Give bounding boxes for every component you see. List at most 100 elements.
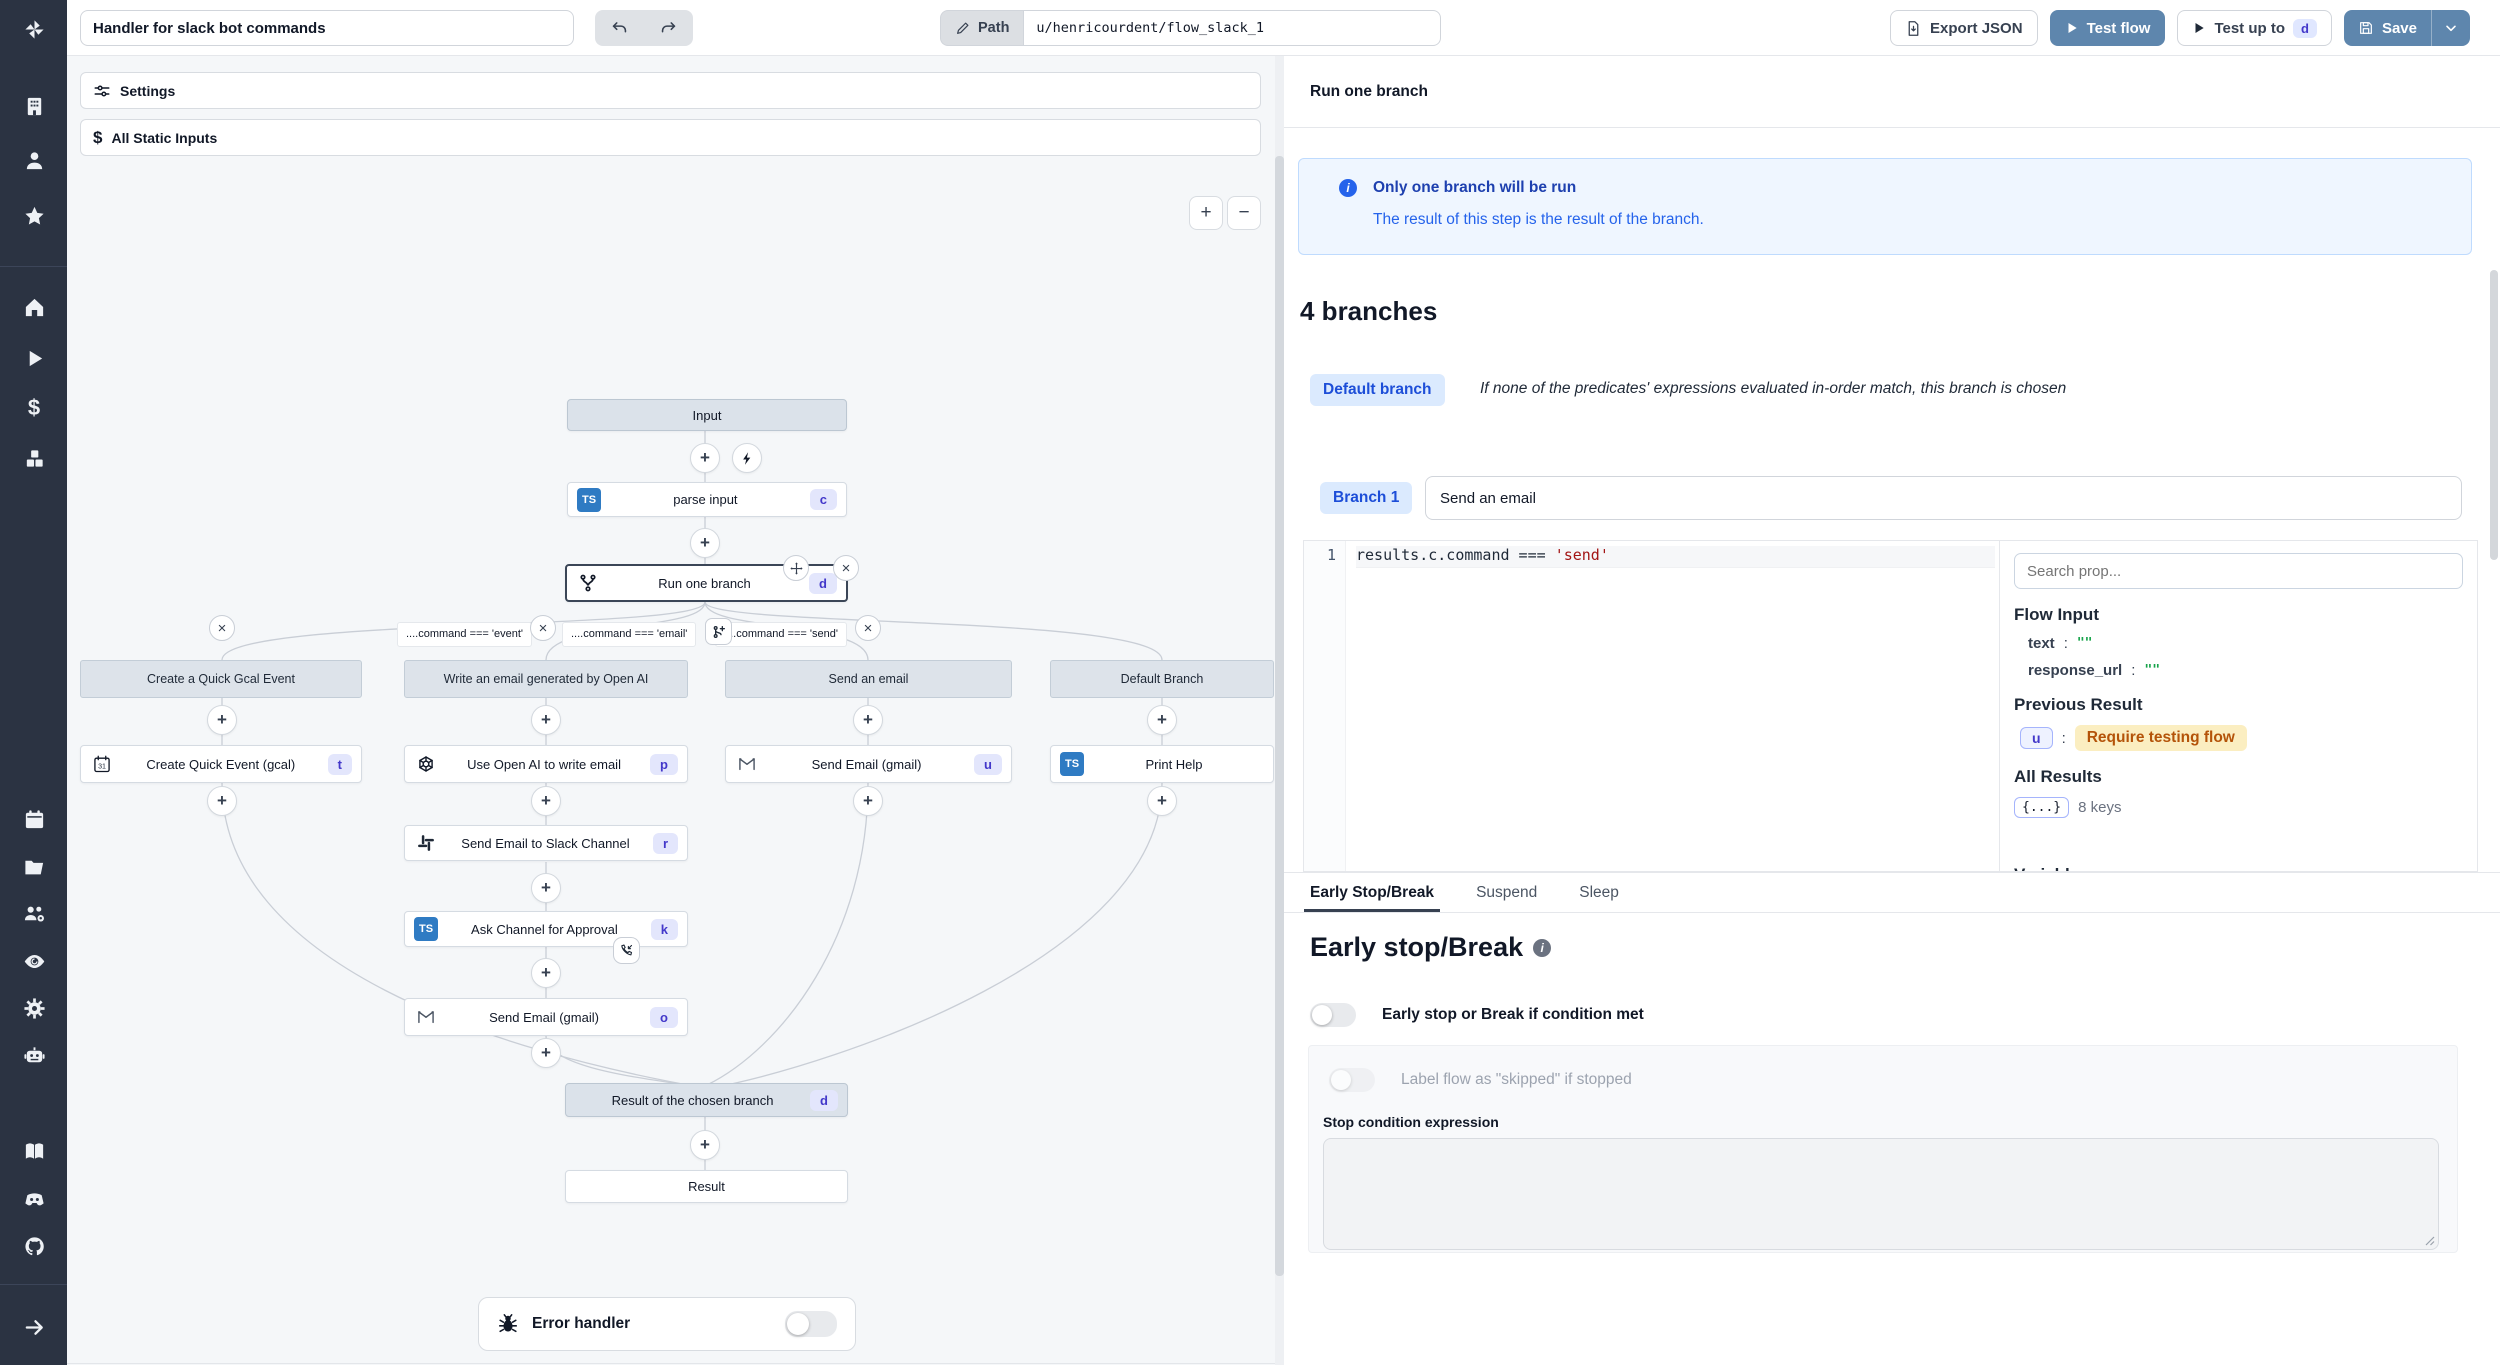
user-icon[interactable]	[21, 147, 47, 173]
all-results-row[interactable]: {...} 8 keys	[2014, 797, 2463, 818]
early-stop-toggle[interactable]	[1310, 1003, 1356, 1027]
add-branch-button[interactable]	[705, 618, 732, 645]
prop-row-response-url[interactable]: response_url : ""	[2028, 662, 2463, 679]
add-step-button[interactable]: +	[531, 705, 561, 735]
play-icon	[2192, 21, 2206, 35]
add-step-button[interactable]: +	[1147, 705, 1177, 735]
node-input[interactable]: Input	[567, 399, 847, 431]
path-label[interactable]: Path	[940, 10, 1023, 46]
export-json-button[interactable]: Export JSON	[1890, 10, 2038, 46]
prop-row-text[interactable]: text : ""	[2028, 635, 2463, 652]
add-step-button[interactable]: +	[207, 705, 237, 735]
schedules-calendar-icon[interactable]	[21, 806, 47, 832]
node-use-openai[interactable]: Use Open AI to write email p	[404, 745, 688, 783]
branch-header-gcal[interactable]: Create a Quick Gcal Event	[80, 660, 362, 698]
folders-icon[interactable]	[21, 853, 47, 879]
remove-branch-button[interactable]: ×	[855, 615, 881, 641]
branch-condition-email[interactable]: ....command === 'email'	[562, 622, 696, 647]
step-id-badge: k	[651, 919, 678, 940]
redo-button[interactable]	[644, 10, 693, 46]
tab-suspend[interactable]: Suspend	[1476, 873, 1537, 912]
branch-condition-send[interactable]: ....command === 'send'	[715, 622, 847, 647]
branch-summary-input[interactable]	[1425, 476, 2462, 520]
step-id-badge[interactable]: u	[2020, 727, 2053, 749]
tab-sleep[interactable]: Sleep	[1579, 873, 1619, 912]
node-result-of-branch[interactable]: Result of the chosen branch d	[565, 1083, 848, 1117]
node-create-quick-event[interactable]: 31 Create Quick Event (gcal) t	[80, 745, 362, 783]
add-step-button[interactable]: +	[690, 443, 720, 473]
audit-eye-icon[interactable]	[21, 948, 47, 974]
node-send-email-gmail-2[interactable]: Send Email (gmail) o	[404, 998, 688, 1036]
windmill-logo-icon[interactable]	[21, 16, 47, 42]
test-up-to-button[interactable]: Test up to d	[2177, 10, 2332, 46]
resources-cubes-icon[interactable]	[21, 445, 47, 471]
plus-glyph: +	[700, 448, 710, 468]
add-step-button[interactable]: +	[531, 786, 561, 816]
zoom-in-button[interactable]: +	[1189, 196, 1223, 230]
branch-header-send-email[interactable]: Send an email	[725, 660, 1012, 698]
object-braces-badge[interactable]: {...}	[2014, 797, 2069, 818]
canvas-scrollbar[interactable]	[1275, 56, 1284, 1365]
add-step-button[interactable]: +	[531, 873, 561, 903]
add-step-button[interactable]: +	[853, 786, 883, 816]
flow-canvas[interactable]: Settings $ All Static Inputs + − Input +…	[67, 56, 1275, 1365]
add-step-button[interactable]: +	[531, 1038, 561, 1068]
expand-arrow-icon[interactable]	[21, 1314, 47, 1340]
branch-1-badge[interactable]: Branch 1	[1320, 482, 1412, 514]
default-branch-badge[interactable]: Default branch	[1310, 374, 1445, 406]
canvas-scrollbar-thumb[interactable]	[1275, 156, 1284, 1276]
path-input[interactable]	[1023, 10, 1441, 46]
undo-button[interactable]	[595, 10, 644, 46]
error-handler-toggle[interactable]	[785, 1311, 837, 1337]
colon: :	[2064, 635, 2068, 652]
add-step-button[interactable]: +	[207, 786, 237, 816]
branch-header-openai[interactable]: Write an email generated by Open AI	[404, 660, 688, 698]
docs-book-icon[interactable]	[21, 1138, 47, 1164]
branch-header-default[interactable]: Default Branch	[1050, 660, 1274, 698]
search-prop-input[interactable]	[2014, 553, 2463, 589]
panel-scrollbar-thumb[interactable]	[2490, 270, 2498, 560]
zoom-out-button[interactable]: −	[1227, 196, 1261, 230]
save-button[interactable]: Save	[2344, 10, 2432, 46]
node-ask-approval[interactable]: TS Ask Channel for Approval k	[404, 911, 688, 947]
tab-early-stop-break[interactable]: Early Stop/Break	[1310, 873, 1434, 912]
flow-settings-button[interactable]: Settings	[80, 72, 1261, 109]
delete-step-button[interactable]: ×	[833, 555, 859, 581]
node-send-email-slack[interactable]: Send Email to Slack Channel r	[404, 825, 688, 861]
branch-condition-event[interactable]: ....command === 'event'	[397, 622, 532, 647]
node-parse-input[interactable]: TS parse input c	[567, 482, 847, 517]
add-step-button[interactable]: +	[690, 1130, 720, 1160]
trigger-bolt-button[interactable]	[732, 443, 762, 473]
add-step-button[interactable]: +	[531, 958, 561, 988]
workspace-building-icon[interactable]	[21, 93, 47, 119]
predicate-code-editor[interactable]: 1 results.c.command === 'send'	[1303, 540, 2000, 872]
move-step-button[interactable]	[783, 555, 809, 581]
add-step-button[interactable]: +	[1147, 786, 1177, 816]
all-static-inputs-button[interactable]: $ All Static Inputs	[80, 119, 1261, 156]
home-icon[interactable]	[21, 294, 47, 320]
stop-condition-textarea[interactable]	[1323, 1138, 2439, 1250]
suspend-approval-badge[interactable]	[613, 937, 640, 964]
runs-play-icon[interactable]	[21, 345, 47, 371]
node-print-help[interactable]: TS Print Help	[1050, 745, 1274, 783]
settings-gear-icon[interactable]	[21, 995, 47, 1021]
save-dropdown-button[interactable]	[2432, 10, 2470, 46]
variables-dollar-icon[interactable]: $	[21, 395, 47, 421]
node-result[interactable]: Result	[565, 1170, 848, 1203]
ai-robot-icon[interactable]	[21, 1042, 47, 1068]
label-skipped-toggle[interactable]	[1329, 1068, 1375, 1092]
discord-icon[interactable]	[21, 1186, 47, 1212]
node-send-email-gmail[interactable]: Send Email (gmail) u	[725, 745, 1012, 783]
resize-handle[interactable]	[2423, 1234, 2435, 1246]
add-step-button[interactable]: +	[853, 705, 883, 735]
remove-branch-button[interactable]: ×	[530, 615, 556, 641]
flow-title-input[interactable]	[80, 10, 574, 46]
remove-branch-button[interactable]: ×	[209, 615, 235, 641]
previous-result-row[interactable]: u : Require testing flow	[2020, 725, 2463, 751]
editor-code[interactable]: results.c.command === 'send'	[1346, 541, 1999, 871]
github-icon[interactable]	[21, 1233, 47, 1259]
test-flow-button[interactable]: Test flow	[2050, 10, 2166, 46]
groups-users-icon[interactable]	[21, 900, 47, 926]
add-step-button[interactable]: +	[690, 528, 720, 558]
favorites-star-icon[interactable]	[21, 203, 47, 229]
